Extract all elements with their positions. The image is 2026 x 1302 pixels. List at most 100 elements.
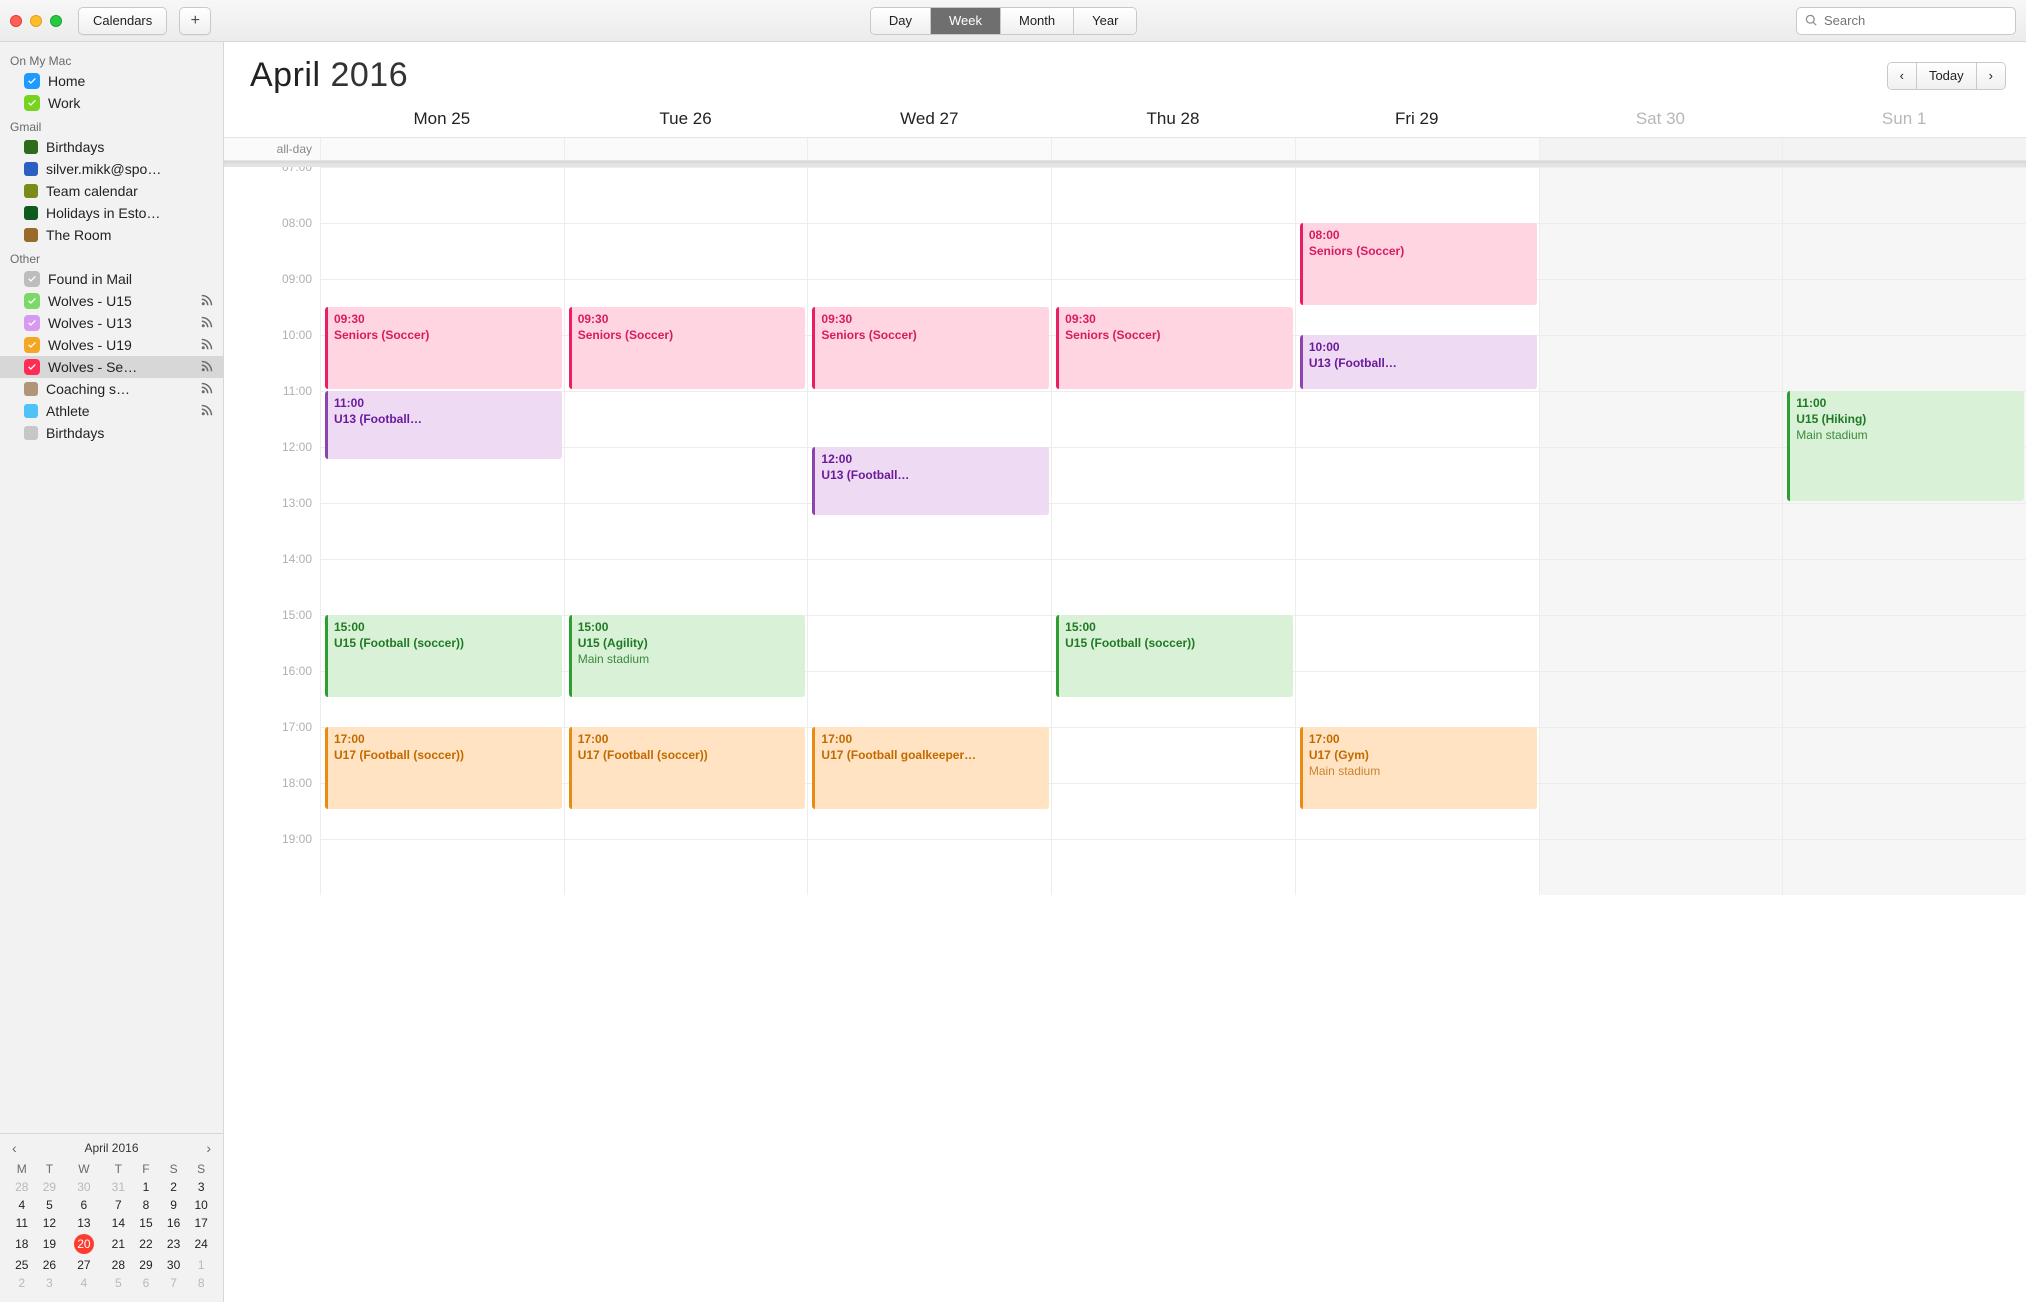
allday-cell[interactable]	[1051, 138, 1295, 160]
calendar-checkbox[interactable]	[24, 95, 40, 111]
calendar-event[interactable]: 08:00Seniors (Soccer)	[1300, 223, 1537, 305]
sidebar-calendar-item[interactable]: Holidays in Esto…	[0, 202, 223, 224]
mini-day[interactable]: 24	[187, 1232, 215, 1256]
mini-day[interactable]: 5	[36, 1196, 64, 1214]
mini-day[interactable]: 7	[105, 1196, 133, 1214]
day-column[interactable]: 09:30Seniors (Soccer) 12:00U13 (Football……	[807, 167, 1051, 895]
sidebar-calendar-item[interactable]: Found in Mail	[0, 268, 223, 290]
mini-day[interactable]: 2	[8, 1274, 36, 1292]
mini-day[interactable]: 1	[132, 1178, 160, 1196]
mini-day[interactable]: 22	[132, 1232, 160, 1256]
allday-cell[interactable]	[1782, 138, 2026, 160]
sidebar-calendar-item[interactable]: Team calendar	[0, 180, 223, 202]
allday-cell[interactable]	[564, 138, 808, 160]
calendars-button[interactable]: Calendars	[78, 7, 167, 35]
mini-day[interactable]: 27	[63, 1256, 104, 1274]
mini-day[interactable]: 12	[36, 1214, 64, 1232]
sidebar-calendar-item[interactable]: The Room	[0, 224, 223, 246]
day-column[interactable]: 08:00Seniors (Soccer) 10:00U13 (Football……	[1295, 167, 1539, 895]
mini-day[interactable]: 20	[63, 1232, 104, 1256]
mini-day[interactable]: 6	[63, 1196, 104, 1214]
mini-day[interactable]: 28	[8, 1178, 36, 1196]
search-field[interactable]	[1796, 7, 2016, 35]
mini-day[interactable]: 8	[187, 1274, 215, 1292]
mini-day[interactable]: 25	[8, 1256, 36, 1274]
today-button[interactable]: Today	[1917, 63, 1977, 89]
view-day-button[interactable]: Day	[871, 8, 931, 34]
add-event-button[interactable]: +	[179, 7, 211, 35]
day-column[interactable]: 09:30Seniors (Soccer)15:00U15 (Agility)M…	[564, 167, 808, 895]
mini-day[interactable]: 31	[105, 1178, 133, 1196]
view-month-button[interactable]: Month	[1001, 8, 1074, 34]
prev-week-button[interactable]: ‹	[1888, 63, 1917, 89]
mini-day[interactable]: 21	[105, 1232, 133, 1256]
sidebar-calendar-item[interactable]: Wolves - U19	[0, 334, 223, 356]
day-column[interactable]: 09:30Seniors (Soccer)15:00U15 (Football …	[1051, 167, 1295, 895]
mini-day[interactable]: 4	[63, 1274, 104, 1292]
calendar-event[interactable]: 09:30Seniors (Soccer)	[325, 307, 562, 389]
day-column[interactable]	[1539, 167, 1783, 895]
next-week-button[interactable]: ›	[1977, 63, 2005, 89]
day-column[interactable]: 09:30Seniors (Soccer)11:00U13 (Football……	[320, 167, 564, 895]
search-input[interactable]	[1824, 13, 2007, 28]
mini-day[interactable]: 30	[160, 1256, 188, 1274]
sidebar-calendar-item[interactable]: Wolves - U13	[0, 312, 223, 334]
calendar-event[interactable]: 17:00U17 (Football (soccer))	[569, 727, 806, 809]
calendar-event[interactable]: 15:00U15 (Football (soccer))	[325, 615, 562, 697]
calendar-event[interactable]: 10:00U13 (Football…	[1300, 335, 1537, 389]
mini-day[interactable]: 14	[105, 1214, 133, 1232]
allday-cell[interactable]	[320, 138, 564, 160]
mini-day[interactable]: 7	[160, 1274, 188, 1292]
sidebar-calendar-item[interactable]: Wolves - U15	[0, 290, 223, 312]
calendar-event[interactable]: 09:30Seniors (Soccer)	[1056, 307, 1293, 389]
mini-day[interactable]: 4	[8, 1196, 36, 1214]
calendar-event[interactable]: 09:30Seniors (Soccer)	[812, 307, 1049, 389]
mini-day[interactable]: 15	[132, 1214, 160, 1232]
mini-day[interactable]: 10	[187, 1196, 215, 1214]
mini-day[interactable]: 5	[105, 1274, 133, 1292]
mini-day[interactable]: 3	[187, 1178, 215, 1196]
view-year-button[interactable]: Year	[1074, 8, 1136, 34]
calendar-event[interactable]: 09:30Seniors (Soccer)	[569, 307, 806, 389]
calendar-event[interactable]: 11:00U15 (Hiking)Main stadium	[1787, 391, 2024, 501]
sidebar-calendar-item[interactable]: Wolves - Se…	[0, 356, 223, 378]
mini-day[interactable]: 29	[36, 1178, 64, 1196]
calendar-event[interactable]: 11:00U13 (Football…	[325, 391, 562, 459]
calendar-checkbox[interactable]	[24, 337, 40, 353]
zoom-icon[interactable]	[50, 15, 62, 27]
calendar-event[interactable]: 17:00U17 (Gym)Main stadium	[1300, 727, 1537, 809]
view-week-button[interactable]: Week	[931, 8, 1001, 34]
mini-day[interactable]: 30	[63, 1178, 104, 1196]
calendar-checkbox[interactable]	[24, 315, 40, 331]
mini-day[interactable]: 8	[132, 1196, 160, 1214]
calendar-event[interactable]: 17:00U17 (Football goalkeeper…	[812, 727, 1049, 809]
mini-day[interactable]: 29	[132, 1256, 160, 1274]
mini-day[interactable]: 17	[187, 1214, 215, 1232]
calendar-checkbox[interactable]	[24, 293, 40, 309]
calendar-checkbox[interactable]	[24, 73, 40, 89]
mini-day[interactable]: 28	[105, 1256, 133, 1274]
sidebar-calendar-item[interactable]: Work	[0, 92, 223, 114]
sidebar-calendar-item[interactable]: Birthdays	[0, 136, 223, 158]
mini-day[interactable]: 11	[8, 1214, 36, 1232]
mini-day[interactable]: 23	[160, 1232, 188, 1256]
mini-next-button[interactable]: ›	[202, 1140, 215, 1156]
allday-cell[interactable]	[1539, 138, 1783, 160]
mini-day[interactable]: 3	[36, 1274, 64, 1292]
calendar-checkbox[interactable]	[24, 359, 40, 375]
mini-day[interactable]: 26	[36, 1256, 64, 1274]
minimize-icon[interactable]	[30, 15, 42, 27]
sidebar-calendar-item[interactable]: silver.mikk@spo…	[0, 158, 223, 180]
mini-day[interactable]: 2	[160, 1178, 188, 1196]
mini-day[interactable]: 16	[160, 1214, 188, 1232]
calendar-checkbox[interactable]	[24, 271, 40, 287]
day-column[interactable]: 11:00U15 (Hiking)Main stadium	[1782, 167, 2026, 895]
calendar-event[interactable]: 12:00U13 (Football…	[812, 447, 1049, 515]
close-icon[interactable]	[10, 15, 22, 27]
mini-day[interactable]: 1	[187, 1256, 215, 1274]
mini-day[interactable]: 19	[36, 1232, 64, 1256]
sidebar-calendar-item[interactable]: Athlete	[0, 400, 223, 422]
sidebar-calendar-item[interactable]: Home	[0, 70, 223, 92]
mini-day[interactable]: 6	[132, 1274, 160, 1292]
sidebar-calendar-item[interactable]: Coaching s…	[0, 378, 223, 400]
